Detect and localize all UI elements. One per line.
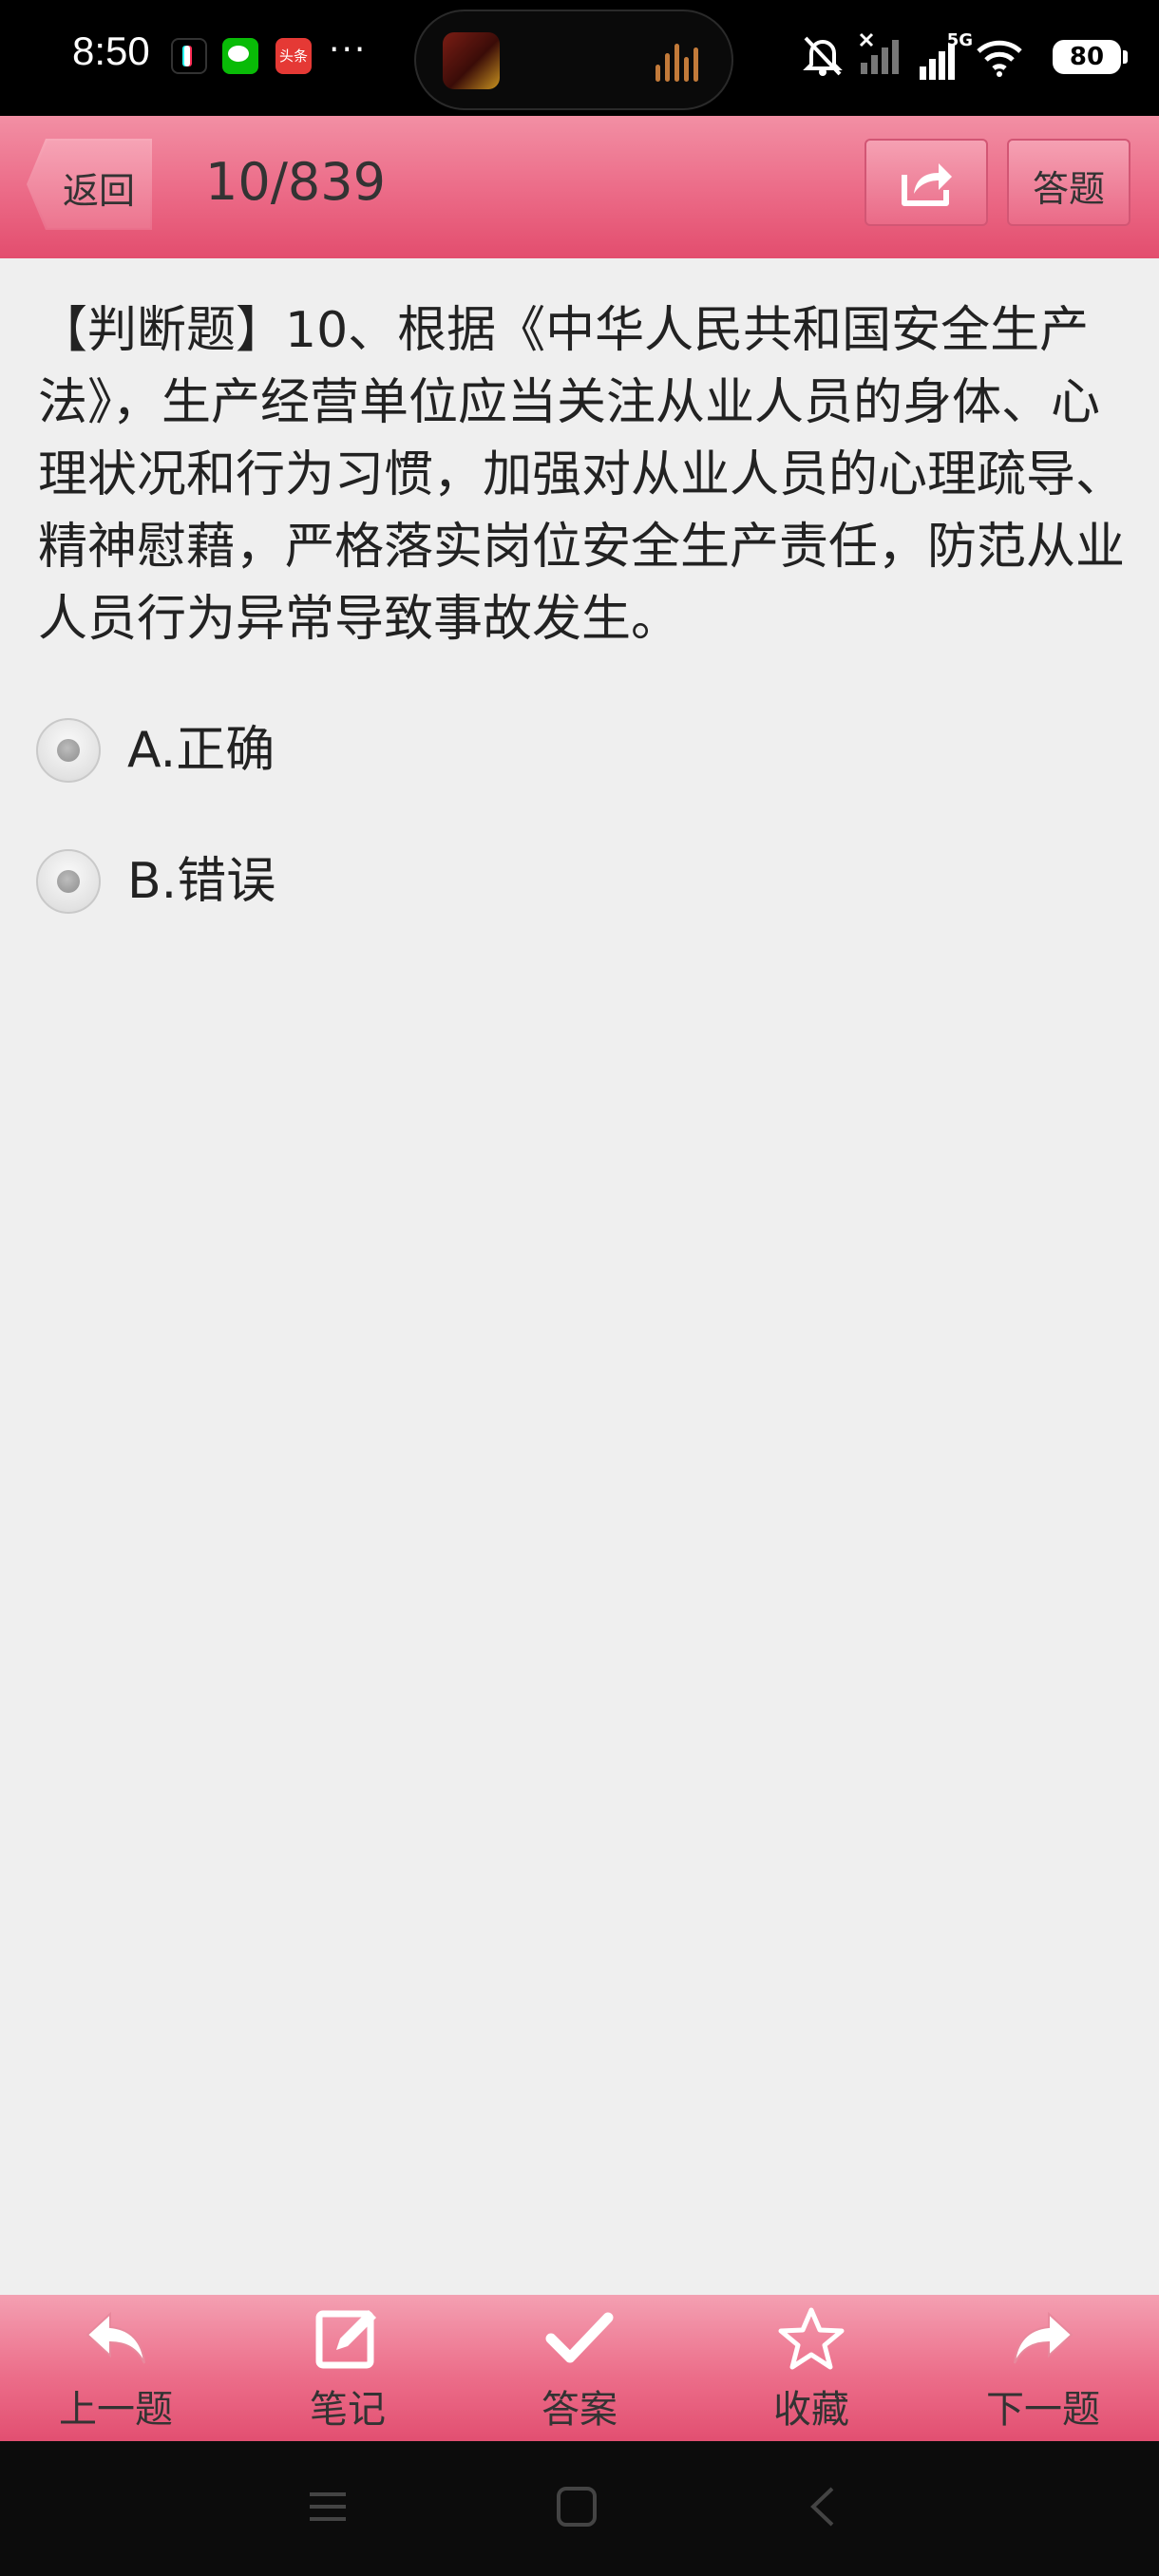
option-b-radio[interactable] xyxy=(36,849,101,914)
answer-mode-label: 答题 xyxy=(1032,168,1105,210)
back-button[interactable]: 返回 xyxy=(27,139,152,230)
tiktok-icon xyxy=(171,38,207,74)
status-time: 8:50 xyxy=(72,28,150,73)
mute-icon xyxy=(803,36,843,76)
show-answer-button[interactable]: 答案 xyxy=(484,2295,674,2441)
bottom-toolbar: 上一题 笔记 答案 收藏 下一题 xyxy=(0,2295,1159,2441)
audio-wave-icon xyxy=(656,44,707,82)
option-a-label[interactable]: A.正确 xyxy=(127,716,275,785)
share-icon xyxy=(902,163,952,206)
more-notifications-icon: ··· xyxy=(329,30,368,69)
option-a[interactable]: A.正确 xyxy=(36,714,606,786)
reply-arrow-icon xyxy=(86,2311,145,2364)
battery-level: 80 xyxy=(1053,40,1128,74)
signal-icon xyxy=(920,44,955,80)
wifi-icon xyxy=(977,40,1022,77)
favorite-label: 收藏 xyxy=(773,2388,849,2432)
favorite-button[interactable]: 收藏 xyxy=(716,2295,906,2441)
question-progress: 10/839 xyxy=(205,152,386,212)
dynamic-island[interactable] xyxy=(414,9,733,110)
answer-mode-button[interactable]: 答题 xyxy=(1007,139,1130,226)
star-icon xyxy=(778,2307,845,2370)
option-b-label[interactable]: B.错误 xyxy=(127,847,276,916)
question-text: 【判断题】10、根据《中华人民共和国安全生产法》，生产经营单位应当关注从业人员的… xyxy=(38,302,1126,648)
edit-note-icon xyxy=(315,2310,376,2369)
checkmark-icon xyxy=(545,2312,614,2363)
option-b[interactable]: B.错误 xyxy=(36,845,606,918)
now-playing-artwork xyxy=(443,32,500,89)
previous-question-label: 上一题 xyxy=(59,2388,173,2432)
back-label: 返回 xyxy=(63,170,136,212)
show-answer-label: 答案 xyxy=(542,2388,618,2432)
next-question-label: 下一题 xyxy=(986,2388,1100,2432)
toutiao-icon: 头条 xyxy=(276,38,312,74)
wechat-icon xyxy=(222,38,258,74)
notes-label: 笔记 xyxy=(310,2388,386,2432)
status-bar: 8:50 头条 ··· 5G 80 xyxy=(0,0,1159,116)
home-icon[interactable] xyxy=(555,2485,598,2529)
back-nav-icon[interactable] xyxy=(802,2485,846,2529)
next-question-button[interactable]: 下一题 xyxy=(948,2295,1138,2441)
status-icons: 5G 80 xyxy=(798,27,1128,87)
menu-icon[interactable] xyxy=(306,2485,350,2529)
notes-button[interactable]: 笔记 xyxy=(253,2295,443,2441)
previous-question-button[interactable]: 上一题 xyxy=(21,2295,211,2441)
no-signal-icon xyxy=(859,32,899,74)
header-bar: 返回 10/839 答题 xyxy=(0,116,1159,258)
system-nav-bar xyxy=(0,2441,1159,2576)
option-a-radio[interactable] xyxy=(36,718,101,783)
forward-arrow-icon xyxy=(1014,2311,1074,2364)
share-button[interactable] xyxy=(864,139,988,226)
